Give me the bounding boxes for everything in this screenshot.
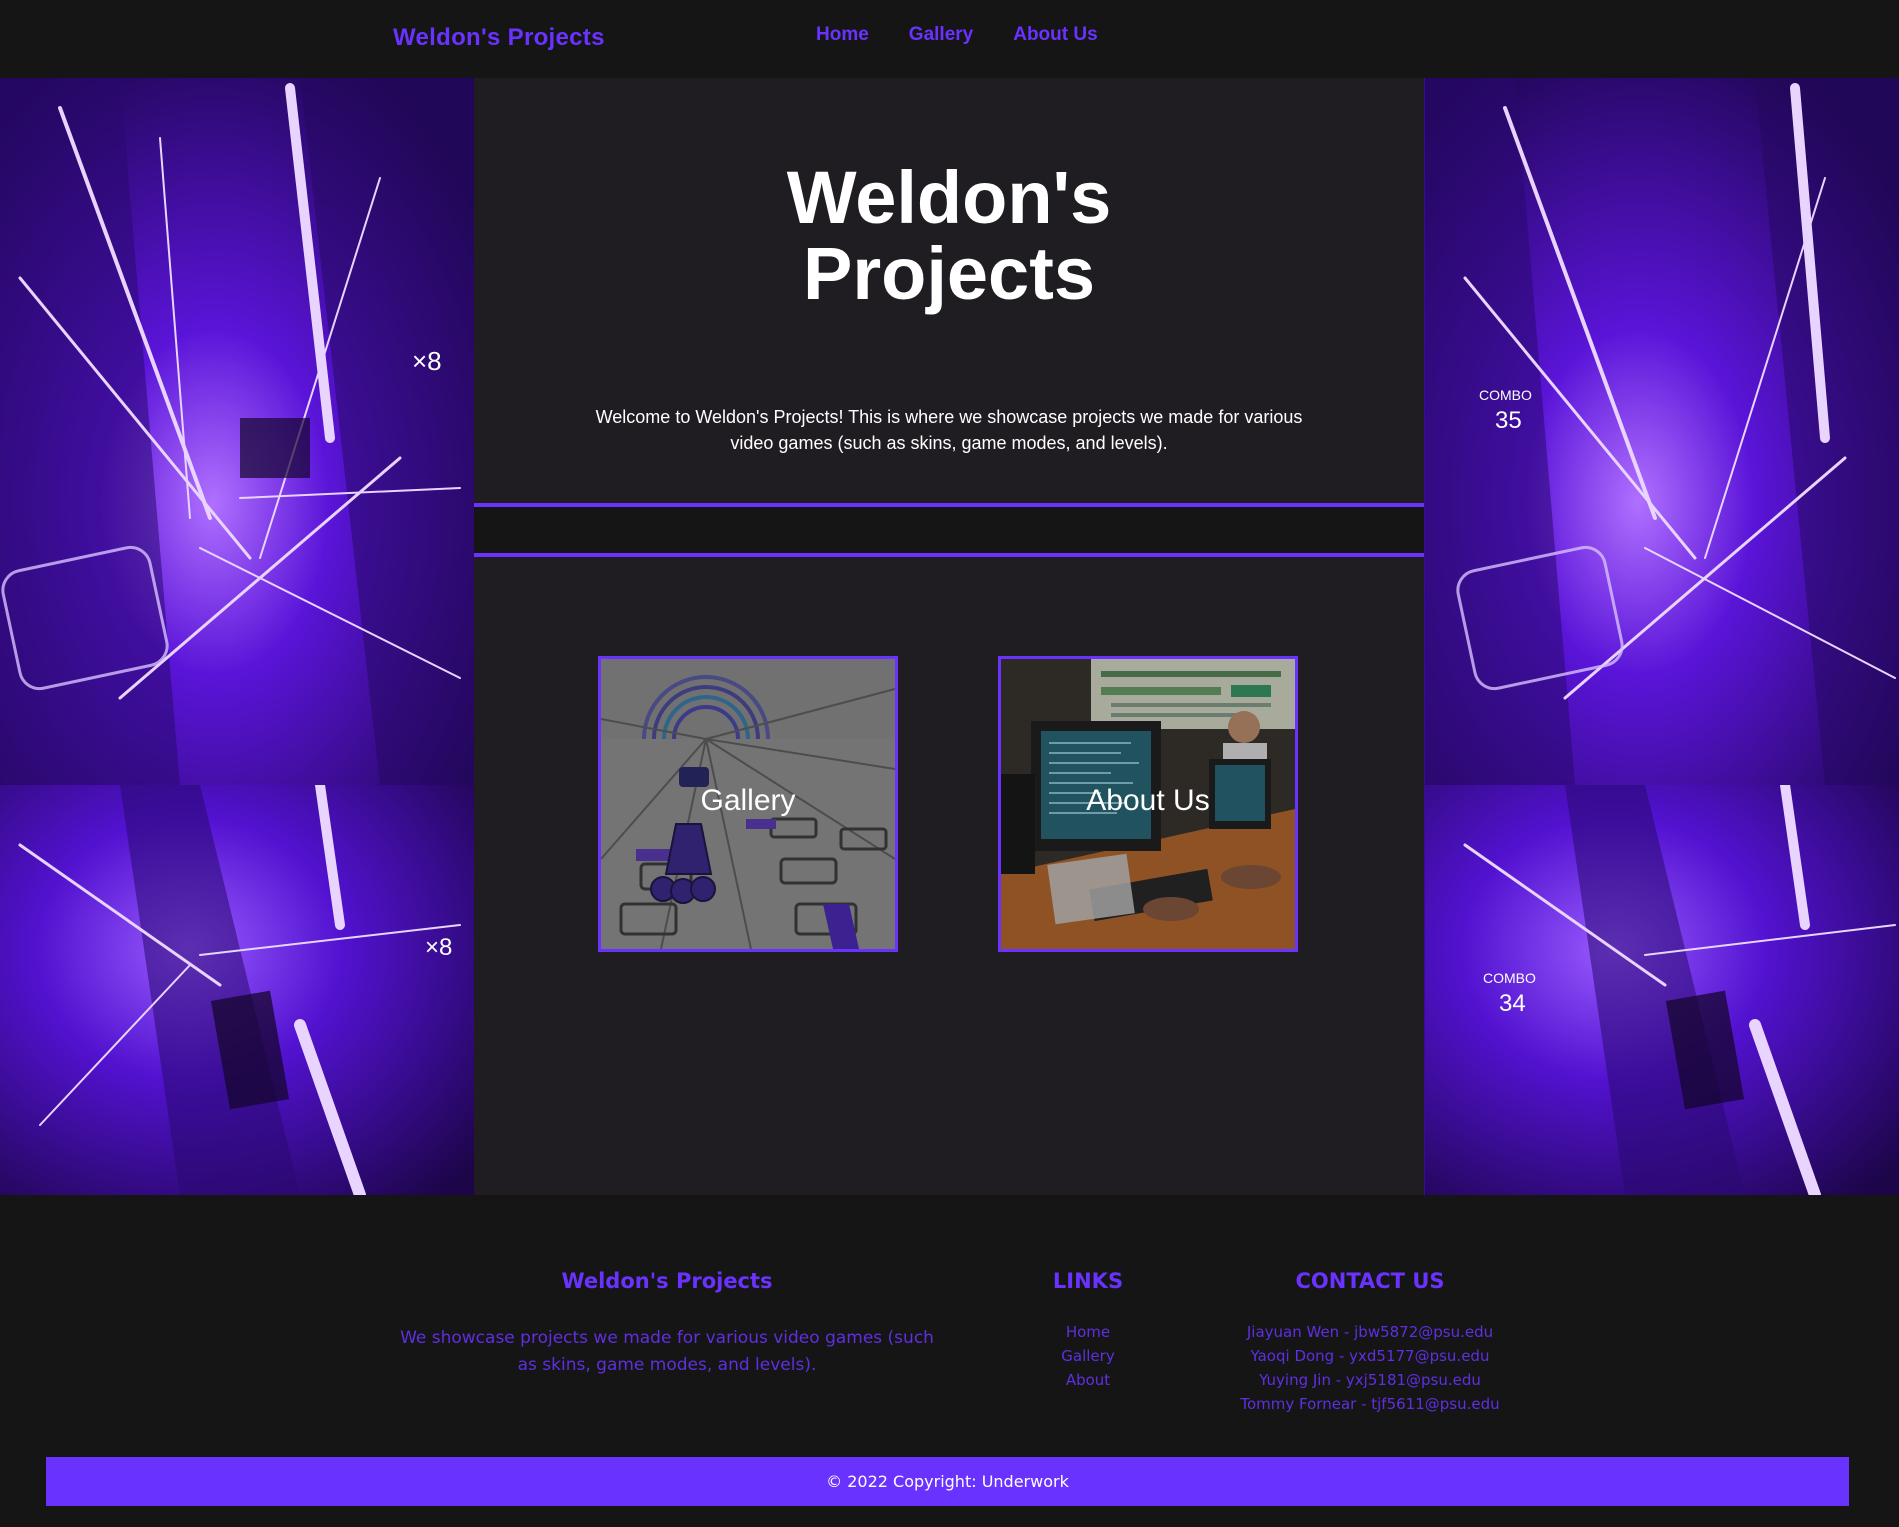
footer-brand-title: Weldon's Projects: [561, 1269, 773, 1293]
footer-link-home[interactable]: Home: [1066, 1323, 1110, 1341]
hero-title-line-2: Projects: [802, 232, 1096, 315]
bg-panel-right-bottom: COMBO 34: [1425, 785, 1899, 1195]
footer-links-title: LINKS: [1052, 1269, 1124, 1293]
contact-item: Yaoqi Dong - yxd5177@psu.edu: [1250, 1347, 1490, 1365]
contact-item: Yuying Jin - yxj5181@psu.edu: [1259, 1371, 1481, 1389]
bg-multiplier-text: ×8: [412, 346, 442, 376]
hero-title: Weldon's Projects: [474, 160, 1424, 312]
footer-link-item: Home: [1028, 1323, 1148, 1347]
nav-brand-link[interactable]: Weldon's Projects: [393, 24, 605, 52]
top-navbar: Weldon's Projects Home Gallery About Us: [0, 0, 1899, 78]
bg-multiplier-text-2: ×8: [425, 934, 452, 961]
bg-combo-label: COMBO: [1479, 387, 1532, 403]
contact-item: Jiayuan Wen - jbw5872@psu.edu: [1246, 1323, 1494, 1341]
footer-contact-title: CONTACT US: [1295, 1269, 1445, 1293]
hero-title-line-1: Weldon's: [786, 156, 1112, 239]
bg-panel-left-top: ×8: [0, 78, 474, 785]
footer-link-gallery[interactable]: Gallery: [1061, 1347, 1114, 1365]
nav-links: Home Gallery About Us: [816, 24, 1098, 46]
footer-link-item: About: [1028, 1371, 1148, 1395]
footer: Weldon's Projects We showcase projects w…: [0, 1195, 1899, 1527]
footer-link-item: Gallery: [1028, 1347, 1148, 1371]
welcome-text: Welcome to Weldon's Projects! This is wh…: [595, 407, 1303, 453]
main-content: Weldon's Projects Welcome to Weldon's Pr…: [474, 78, 1424, 1195]
bg-combo-label-2: COMBO: [1483, 970, 1536, 986]
footer-link-about[interactable]: About: [1066, 1371, 1110, 1389]
bg-panel-left-bottom: ×8: [0, 785, 474, 1195]
about-us-card-label: About Us: [1086, 784, 1210, 817]
about-us-card[interactable]: About Us: [998, 656, 1298, 952]
divider-band: [474, 503, 1424, 557]
bg-combo-value: 35: [1495, 407, 1522, 434]
contact-item: Tommy Fornear - tjf5611@psu.edu: [1240, 1395, 1500, 1413]
footer-links-list: Home Gallery About: [1028, 1323, 1148, 1395]
footer-contacts-list: Jiayuan Wen - jbw5872@psu.edu Yaoqi Dong…: [1190, 1323, 1550, 1419]
nav-link-about-us[interactable]: About Us: [1013, 24, 1097, 46]
nav-link-home[interactable]: Home: [816, 24, 869, 46]
bg-combo-value-2: 34: [1499, 990, 1526, 1017]
gallery-card-label: Gallery: [700, 784, 796, 817]
bg-panel-right-top: COMBO 35: [1425, 78, 1899, 785]
footer-description: We showcase projects we made for various…: [400, 1328, 934, 1375]
gallery-card[interactable]: Gallery: [598, 656, 898, 952]
copyright-bar: © 2022 Copyright: Underwork: [46, 1457, 1849, 1506]
nav-link-gallery[interactable]: Gallery: [909, 24, 973, 46]
